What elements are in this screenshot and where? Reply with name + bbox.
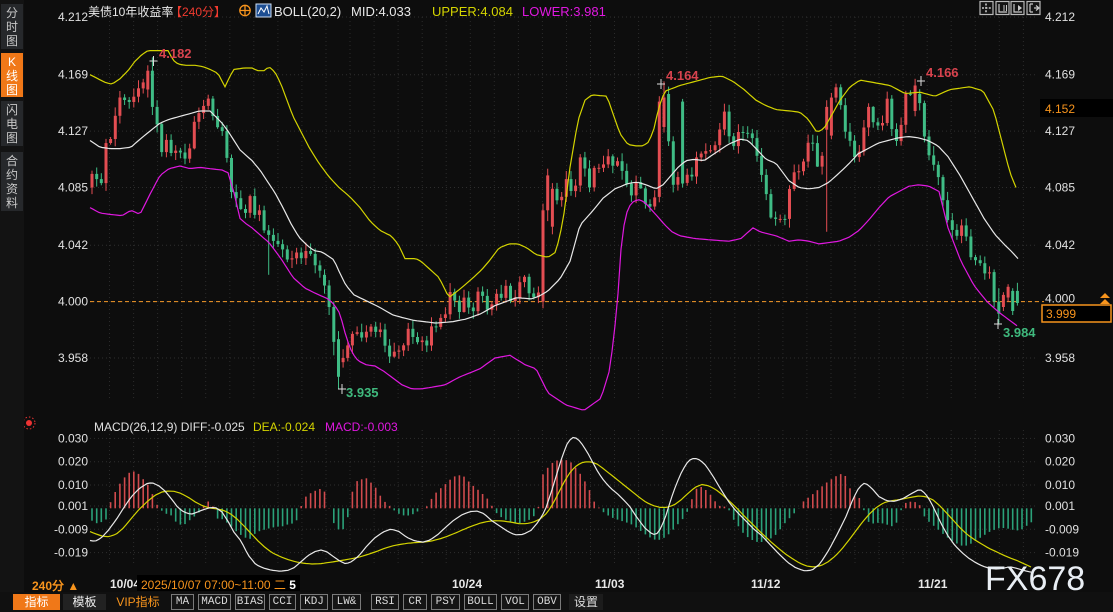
svg-text:3.984: 3.984 bbox=[1003, 325, 1036, 340]
svg-text:LOWER:3.981: LOWER:3.981 bbox=[522, 4, 606, 19]
svg-text:3.958: 3.958 bbox=[1045, 351, 1075, 365]
svg-text:4.164: 4.164 bbox=[666, 68, 699, 83]
svg-text:MACD:-0.003: MACD:-0.003 bbox=[325, 420, 398, 434]
svg-text:3.999: 3.999 bbox=[1046, 307, 1076, 321]
svg-text:4.169: 4.169 bbox=[1045, 68, 1075, 82]
svg-text:3.958: 3.958 bbox=[58, 351, 88, 365]
svg-text:4.182: 4.182 bbox=[159, 46, 192, 61]
svg-text:4.212: 4.212 bbox=[1045, 10, 1075, 24]
svg-text:0.001: 0.001 bbox=[58, 499, 88, 513]
svg-text:0.020: 0.020 bbox=[58, 455, 88, 469]
svg-text:4.166: 4.166 bbox=[926, 65, 959, 80]
svg-text:0.010: 0.010 bbox=[58, 478, 88, 492]
svg-text:【240分】: 【240分】 bbox=[170, 5, 226, 19]
svg-text:4.000: 4.000 bbox=[1045, 292, 1075, 306]
svg-text:4.127: 4.127 bbox=[58, 124, 88, 138]
svg-text:4.169: 4.169 bbox=[58, 68, 88, 82]
svg-text:4.085: 4.085 bbox=[58, 181, 88, 195]
svg-text:4.085: 4.085 bbox=[1045, 181, 1075, 195]
svg-text:0.010: 0.010 bbox=[1045, 478, 1075, 492]
svg-text:DEA:-0.024: DEA:-0.024 bbox=[253, 420, 315, 434]
svg-text:4.000: 4.000 bbox=[58, 295, 88, 309]
svg-text:4.042: 4.042 bbox=[58, 238, 88, 252]
svg-text:UPPER:4.084: UPPER:4.084 bbox=[432, 4, 513, 19]
svg-text:-0.009: -0.009 bbox=[54, 522, 88, 536]
svg-text:MACD(26,12,9) DIFF:-0.025: MACD(26,12,9) DIFF:-0.025 bbox=[94, 420, 245, 434]
svg-text:0.030: 0.030 bbox=[1045, 431, 1075, 445]
svg-text:BOLL(20,2): BOLL(20,2) bbox=[274, 4, 341, 19]
svg-text:0.020: 0.020 bbox=[1045, 455, 1075, 469]
svg-text:-0.019: -0.019 bbox=[54, 546, 88, 560]
svg-text:美债10年收益率: 美债10年收益率 bbox=[88, 4, 173, 19]
svg-text:4.127: 4.127 bbox=[1045, 124, 1075, 138]
svg-text:0.001: 0.001 bbox=[1045, 499, 1075, 513]
svg-text:-0.009: -0.009 bbox=[1045, 522, 1079, 536]
svg-text:4.042: 4.042 bbox=[1045, 238, 1075, 252]
svg-text:0.030: 0.030 bbox=[58, 431, 88, 445]
svg-text:-0.019: -0.019 bbox=[1045, 546, 1079, 560]
svg-text:4.152: 4.152 bbox=[1045, 102, 1075, 116]
svg-text:MID:4.033: MID:4.033 bbox=[351, 4, 411, 19]
svg-text:4.212: 4.212 bbox=[58, 10, 88, 24]
svg-text:3.935: 3.935 bbox=[346, 385, 379, 400]
